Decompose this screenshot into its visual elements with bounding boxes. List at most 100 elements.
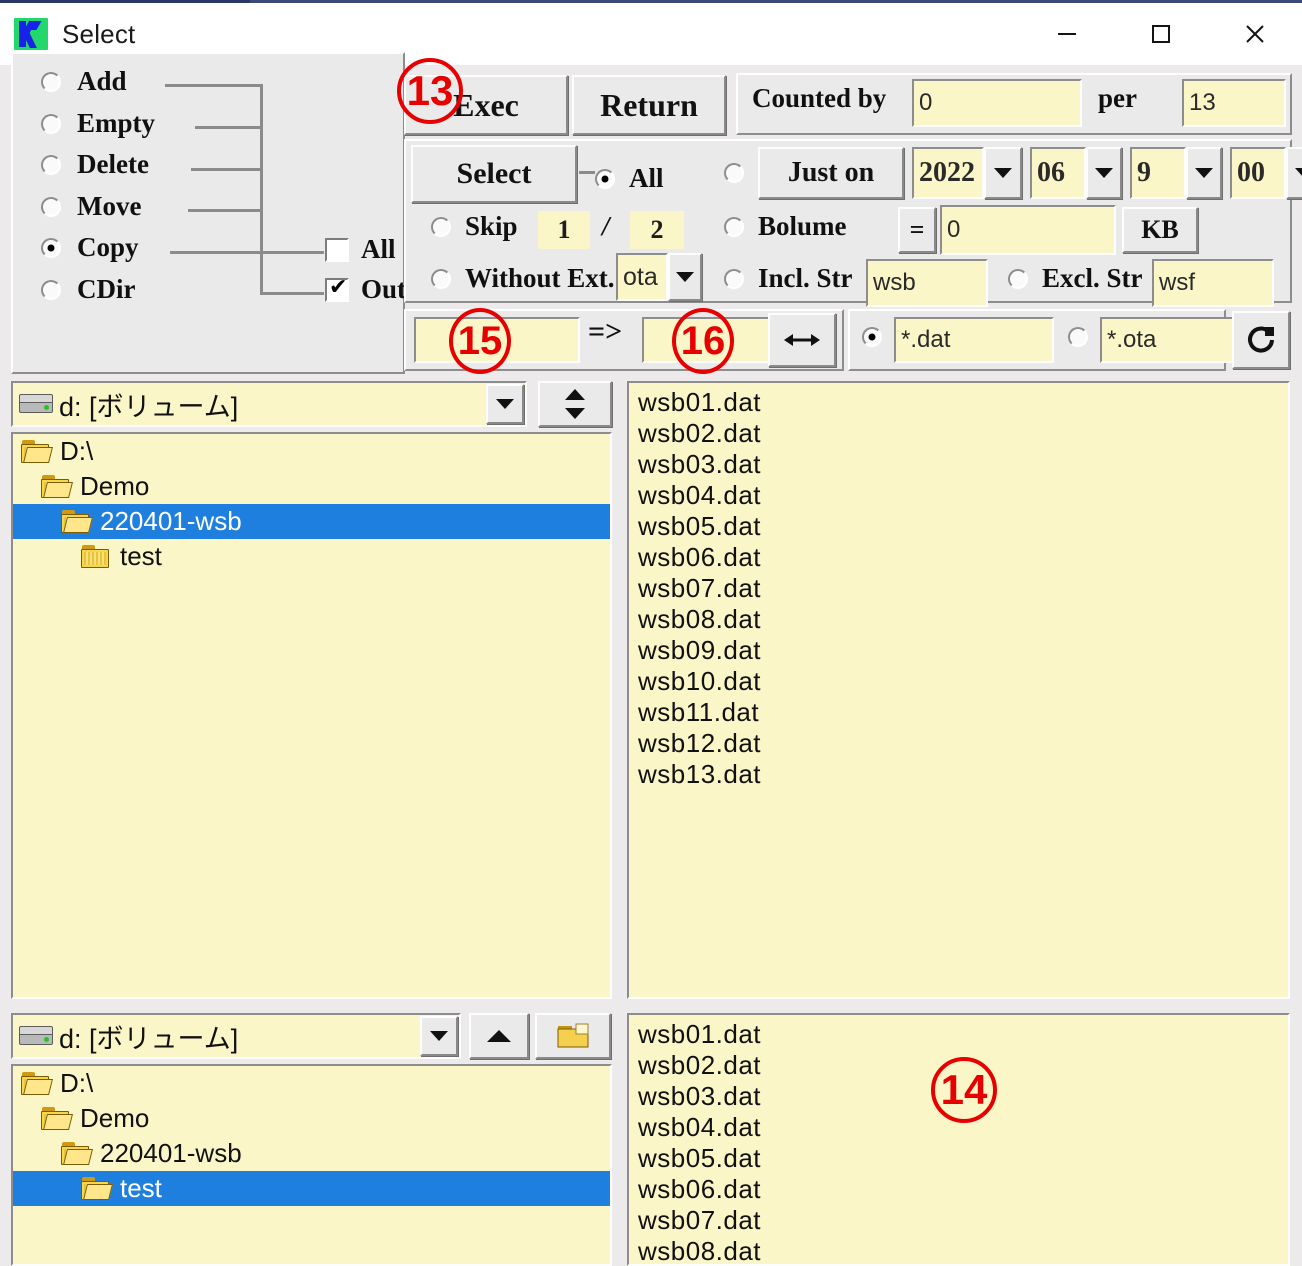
chevron-down-icon[interactable] xyxy=(1286,147,1302,199)
radio-option-add[interactable]: Add xyxy=(41,66,127,97)
kb-button[interactable]: KB xyxy=(1122,207,1198,253)
folder-tree-item[interactable]: Demo xyxy=(13,469,610,504)
radio-option-cdir[interactable]: CDir xyxy=(41,274,135,305)
file-list-item[interactable]: wsb07.dat xyxy=(629,573,1288,604)
per-input[interactable]: 13 xyxy=(1182,79,1286,127)
up-arrow-icon[interactable] xyxy=(469,1013,529,1059)
radio-option-copy[interactable]: Copy xyxy=(41,232,139,263)
counted-by-input[interactable]: 0 xyxy=(912,79,1082,127)
return-button[interactable]: Return xyxy=(572,75,726,135)
maximize-icon[interactable] xyxy=(1114,3,1208,65)
file-list-item[interactable]: wsb06.dat xyxy=(629,1174,1288,1205)
radio-all[interactable]: All xyxy=(595,163,664,194)
file-list-item[interactable]: wsb09.dat xyxy=(629,635,1288,666)
radio-option-move[interactable]: Move xyxy=(41,191,141,222)
window-title: Select xyxy=(62,18,136,49)
just-on-button[interactable]: Just on xyxy=(758,147,904,199)
rename-from-input[interactable] xyxy=(414,317,580,363)
radio-indicator[interactable] xyxy=(41,237,61,258)
file-list-item[interactable]: wsb03.dat xyxy=(629,449,1288,480)
year-dropdown[interactable]: 2022 xyxy=(912,147,1022,199)
chevron-down-icon[interactable] xyxy=(420,1016,458,1056)
minimize-icon[interactable] xyxy=(1020,3,1114,65)
radio-pattern-b[interactable] xyxy=(1068,327,1088,347)
radio-indicator[interactable] xyxy=(41,279,61,300)
chevron-down-icon[interactable] xyxy=(668,253,702,301)
file-list-item[interactable]: wsb06.dat xyxy=(629,542,1288,573)
checkbox-indicator[interactable] xyxy=(325,275,349,302)
radio-skip[interactable] xyxy=(431,217,451,237)
radio-bolume[interactable] xyxy=(724,217,744,237)
skip-to-input[interactable]: 2 xyxy=(630,211,684,249)
select-button[interactable]: Select xyxy=(411,145,577,203)
bolume-eq-button[interactable]: = xyxy=(898,207,936,253)
file-list-item[interactable]: wsb04.dat xyxy=(629,1112,1288,1143)
file-list-item[interactable]: wsb05.dat xyxy=(629,1143,1288,1174)
radio-option-empty[interactable]: Empty xyxy=(41,108,155,139)
incl-str-input[interactable]: wsb xyxy=(866,259,988,307)
radio-excl-str[interactable] xyxy=(1008,269,1028,289)
source-file-list[interactable]: wsb01.dat wsb02.dat wsb03.dat wsb04.dat wsb0… xyxy=(627,381,1290,999)
file-list-item[interactable]: wsb08.dat xyxy=(629,1236,1288,1264)
file-list-item[interactable]: wsb12.dat xyxy=(629,728,1288,759)
file-list-item[interactable]: wsb04.dat xyxy=(629,480,1288,511)
day-dropdown[interactable]: 9 xyxy=(1130,147,1222,199)
checkbox-out[interactable]: Out xyxy=(325,274,406,305)
month-dropdown[interactable]: 06 xyxy=(1030,147,1122,199)
dest-drive-combo[interactable]: d: [ボリューム] xyxy=(11,1013,461,1059)
radio-without-ext[interactable] xyxy=(431,269,451,289)
file-list-item[interactable]: wsb10.dat xyxy=(629,666,1288,697)
checkbox-all[interactable]: All xyxy=(325,234,396,265)
exec-button[interactable]: Exec xyxy=(404,75,568,135)
radio-incl-str[interactable] xyxy=(724,269,744,289)
folder-tree-item[interactable]: 220401-wsb xyxy=(13,1136,610,1171)
hour-value: 00 xyxy=(1230,147,1286,199)
source-folder-tree[interactable]: D:\ Demo 220401-wsb test xyxy=(11,432,612,999)
excl-str-input[interactable]: wsf xyxy=(1152,259,1274,307)
skip-from-input[interactable]: 1 xyxy=(538,211,590,249)
folder-tree-item[interactable]: 220401-wsb xyxy=(13,504,610,539)
hour-dropdown[interactable]: 00 xyxy=(1230,147,1302,199)
folder-tree-item[interactable]: test xyxy=(13,539,610,574)
file-list-item[interactable]: wsb03.dat xyxy=(629,1081,1288,1112)
radio-indicator[interactable] xyxy=(41,113,61,134)
pattern-a-input[interactable]: *.dat xyxy=(894,317,1054,363)
file-list-item[interactable]: wsb07.dat xyxy=(629,1205,1288,1236)
radio-indicator[interactable] xyxy=(595,168,615,189)
source-drive-combo[interactable]: d: [ボリューム] xyxy=(11,381,527,427)
without-ext-dropdown[interactable]: ota xyxy=(616,253,702,301)
chevron-down-icon[interactable] xyxy=(486,384,524,424)
up-down-spinner-icon[interactable] xyxy=(538,381,612,427)
counted-by-label: Counted by xyxy=(752,83,887,113)
bolume-input[interactable]: 0 xyxy=(940,205,1116,255)
radio-indicator[interactable] xyxy=(41,71,61,92)
file-list-item[interactable]: wsb02.dat xyxy=(629,418,1288,449)
file-list-item[interactable]: wsb13.dat xyxy=(629,759,1288,790)
swap-horizontal-icon[interactable] xyxy=(768,313,836,367)
folder-tree-item[interactable]: D:\ xyxy=(13,434,610,469)
radio-just-on[interactable] xyxy=(724,163,744,183)
folder-label: test xyxy=(120,1173,162,1203)
file-list-item[interactable]: wsb01.dat xyxy=(629,387,1288,418)
file-list-item[interactable]: wsb02.dat xyxy=(629,1050,1288,1081)
file-list-item[interactable]: wsb01.dat xyxy=(629,1019,1288,1050)
file-list-item[interactable]: wsb05.dat xyxy=(629,511,1288,542)
file-list-item[interactable]: wsb11.dat xyxy=(629,697,1288,728)
new-folder-icon[interactable] xyxy=(535,1013,611,1059)
radio-indicator[interactable] xyxy=(41,196,61,217)
radio-option-delete[interactable]: Delete xyxy=(41,149,149,180)
folder-tree-item[interactable]: Demo xyxy=(13,1101,610,1136)
dest-folder-tree[interactable]: D:\ Demo 220401-wsb test xyxy=(11,1064,612,1266)
chevron-down-icon[interactable] xyxy=(1186,147,1222,199)
radio-indicator[interactable] xyxy=(41,154,61,175)
close-icon[interactable] xyxy=(1208,3,1302,65)
dest-file-list[interactable]: wsb01.dat wsb02.dat wsb03.dat wsb04.dat wsb0… xyxy=(627,1013,1290,1266)
refresh-icon[interactable] xyxy=(1232,311,1290,369)
file-list-item[interactable]: wsb08.dat xyxy=(629,604,1288,635)
folder-tree-item[interactable]: test xyxy=(13,1171,610,1206)
chevron-down-icon[interactable] xyxy=(984,147,1022,199)
checkbox-indicator[interactable] xyxy=(325,237,349,262)
folder-tree-item[interactable]: D:\ xyxy=(13,1066,610,1101)
chevron-down-icon[interactable] xyxy=(1086,147,1122,199)
radio-pattern-a[interactable] xyxy=(862,327,882,347)
